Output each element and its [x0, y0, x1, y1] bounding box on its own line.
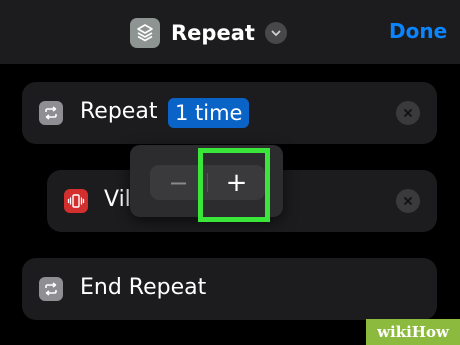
repeat-count-token[interactable]: 1 time	[168, 98, 250, 128]
minus-icon: −	[168, 168, 189, 197]
highlight-box	[198, 148, 270, 222]
end-repeat-label: End Repeat	[80, 275, 207, 300]
repeat-action-card[interactable]: Repeat 1 time	[22, 82, 437, 144]
repeat-icon	[39, 277, 63, 301]
wikihow-watermark: wikiHow	[366, 319, 460, 345]
clear-icon[interactable]	[396, 101, 420, 125]
shortcut-layers-icon	[130, 18, 160, 48]
title-menu[interactable]: Repeat	[130, 18, 287, 48]
nav-header: Repeat Done	[0, 0, 460, 64]
chevron-down-icon[interactable]	[264, 22, 287, 44]
end-repeat-card[interactable]: End Repeat	[22, 258, 437, 320]
repeat-icon	[39, 101, 63, 125]
clear-icon[interactable]	[396, 189, 420, 213]
vibrate-action-label: Vil	[104, 187, 131, 212]
done-button[interactable]: Done	[389, 19, 447, 43]
repeat-action-label: Repeat	[80, 99, 158, 124]
vibrate-icon	[64, 189, 88, 213]
page-title: Repeat	[171, 21, 255, 45]
